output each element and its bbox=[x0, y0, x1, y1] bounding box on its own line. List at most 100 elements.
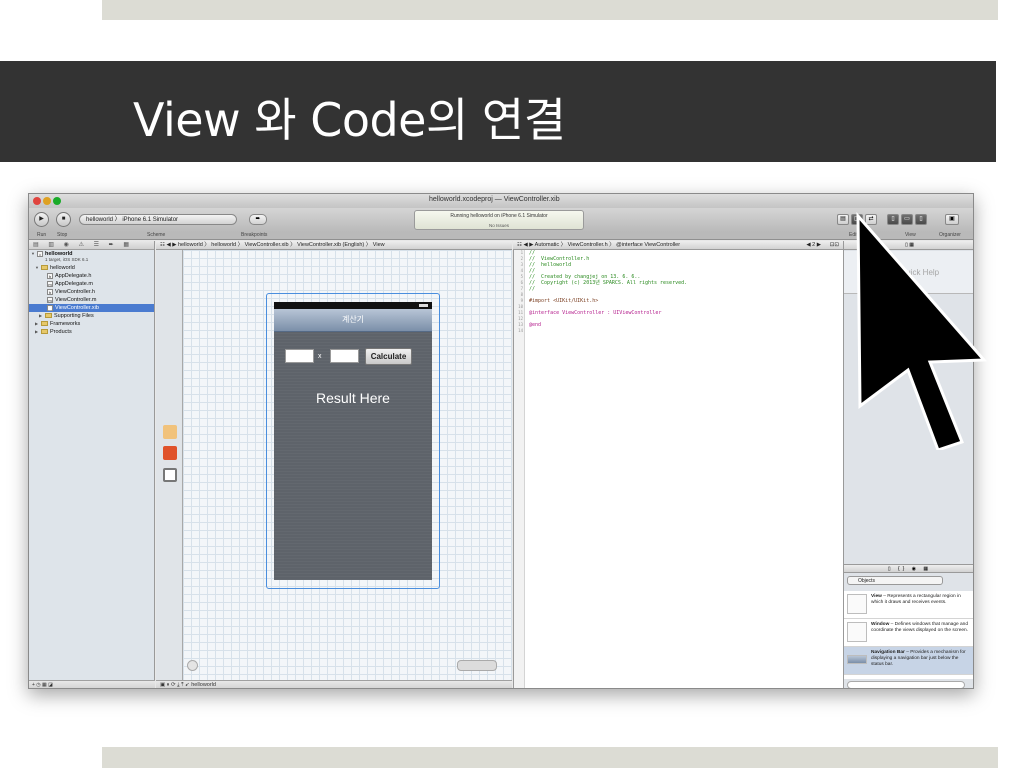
xcode-window: helloworld.xcodeproj — ViewController.xi… bbox=[28, 193, 974, 689]
status-bar bbox=[274, 302, 432, 309]
ib-jump-path: helloworld 〉 helloworld 〉 ViewController… bbox=[177, 242, 385, 248]
nav-file-viewcontroller-xib[interactable]: ▣ ViewController.xib bbox=[29, 304, 154, 312]
mouse-pointer-icon bbox=[856, 211, 988, 450]
library-item-navigation-bar[interactable]: Navigation Bar – Provides a mechanism fo… bbox=[844, 647, 973, 675]
ib-dock bbox=[156, 250, 183, 680]
file-icon: h bbox=[47, 288, 53, 295]
ib-jump-bar[interactable]: ☷ ◀ ▶ helloworld 〉 helloworld 〉 ViewCont… bbox=[156, 241, 512, 250]
project-icon: ⌂ bbox=[37, 250, 43, 257]
debug-bar[interactable]: ▣ ⏸ ⟳ ⤓ ⤒ ➹ helloworld bbox=[156, 680, 512, 688]
nav-folder-supporting-files[interactable]: ▶ Supporting Files bbox=[29, 312, 154, 320]
stop-label: Stop bbox=[57, 232, 68, 238]
iphone-view[interactable]: 계산기 x Calculate Result Here bbox=[274, 302, 432, 580]
nav-item-label: AppDelegate.m bbox=[55, 281, 93, 287]
activity-status: Running helloworld on iPhone 6.1 Simulat… bbox=[450, 213, 548, 219]
top-band bbox=[102, 0, 998, 20]
nav-item-label: Products bbox=[50, 329, 72, 335]
multiply-label: x bbox=[318, 353, 322, 360]
breakpoints-label: Breakpoints bbox=[241, 232, 268, 238]
stop-icon: ■ bbox=[61, 216, 66, 222]
jump-nav-icon: ☷ ◀ ▶ bbox=[160, 242, 178, 248]
split-editor-icon[interactable]: ⊡⊡ bbox=[830, 241, 839, 249]
file-icon: h bbox=[47, 272, 53, 279]
nav-item-label: Supporting Files bbox=[54, 313, 94, 319]
run-button[interactable]: ▶ bbox=[34, 212, 49, 227]
zoom-window-button[interactable] bbox=[53, 197, 61, 205]
nav-file-appdelegate-m[interactable]: m AppDelegate.m bbox=[29, 280, 154, 288]
navigator-filter-bar[interactable]: + ◷ ▦ ◪ bbox=[29, 680, 155, 688]
breakpoint-icon: ➨ bbox=[255, 216, 261, 222]
code-lines[interactable]: //// ViewController.h// helloworld//// C… bbox=[529, 250, 687, 334]
nav-item-label: AppDelegate.h bbox=[55, 273, 92, 279]
folder-icon bbox=[41, 329, 48, 335]
nav-item-label: ViewController.h bbox=[55, 289, 95, 295]
library-tabs[interactable]: ▯ {} ◉ ▦ bbox=[844, 564, 973, 573]
calculate-button[interactable]: Calculate bbox=[365, 348, 412, 365]
library-item-name: View bbox=[871, 594, 882, 599]
second-number-field[interactable] bbox=[330, 349, 359, 363]
bottom-band bbox=[102, 747, 998, 768]
file-icon: m bbox=[47, 280, 53, 287]
nav-file-viewcontroller-h[interactable]: h ViewController.h bbox=[29, 288, 154, 296]
editor-jump-bar[interactable]: ☷ ◀ ▶ Automatic 〉 ViewController.h 〉 @in… bbox=[513, 241, 843, 250]
view-thumbnail-icon bbox=[847, 594, 867, 614]
activity-issues: No Issues bbox=[488, 223, 509, 228]
jump-nav-icon: ☷ ◀ ▶ bbox=[517, 242, 535, 248]
navigator-selector-bar[interactable]: ▤ ▥ ◉ ⚠ ☰ ➨ ▦ bbox=[29, 241, 154, 250]
library-item-description: Window – Defines windows that manage and… bbox=[871, 622, 971, 634]
debug-target-label: helloworld bbox=[191, 682, 216, 688]
nav-file-viewcontroller-m[interactable]: m ViewController.m bbox=[29, 296, 154, 304]
stop-button[interactable]: ■ bbox=[56, 212, 71, 227]
close-window-button[interactable] bbox=[33, 197, 41, 205]
files-owner-icon[interactable] bbox=[163, 425, 177, 439]
assistant-code-editor[interactable]: 1 2 3 4 5 6 7 8 9 10 11 12 13 14 //// ViewController.… bbox=[513, 250, 843, 688]
file-icon: m bbox=[47, 296, 53, 303]
first-number-field[interactable] bbox=[285, 349, 314, 363]
debug-controls-icon: ▣ ⏸ ⟳ ⤓ ⤒ ➹ bbox=[160, 682, 192, 688]
canvas-zoom-control[interactable] bbox=[457, 660, 497, 671]
library-item-view[interactable]: View – Represents a rectangular region i… bbox=[844, 591, 973, 619]
library-item-window[interactable]: Window – Defines windows that manage and… bbox=[844, 619, 973, 647]
project-root[interactable]: ▼ ⌂ helloworld 1 target, iOS SDK 6.1 bbox=[29, 250, 154, 264]
window-thumbnail-icon bbox=[847, 622, 867, 642]
nav-folder-frameworks[interactable]: ▶ Frameworks bbox=[29, 320, 154, 328]
folder-icon bbox=[41, 321, 48, 327]
run-icon: ▶ bbox=[39, 216, 44, 222]
activity-viewer: Running helloworld on iPhone 6.1 Simulat… bbox=[414, 210, 584, 230]
line-number-gutter: 1 2 3 4 5 6 7 8 9 10 11 12 13 14 bbox=[514, 250, 525, 688]
window-title: helloworld.xcodeproj — ViewController.xi… bbox=[429, 196, 560, 203]
toolbar-labels: Run Stop Scheme Breakpoints Editor View … bbox=[29, 232, 973, 240]
library-item-description: View – Represents a rectangular region i… bbox=[871, 594, 971, 606]
library-item-name: Navigation Bar bbox=[871, 650, 905, 655]
first-responder-icon[interactable] bbox=[163, 446, 177, 460]
result-label: Result Here bbox=[316, 390, 390, 406]
window-titlebar: helloworld.xcodeproj — ViewController.xi… bbox=[29, 194, 973, 208]
minimize-window-button[interactable] bbox=[43, 197, 51, 205]
standard-editor-icon: ▤ bbox=[840, 216, 846, 222]
library-item-name: Window bbox=[871, 622, 890, 627]
nav-item-label: ViewController.m bbox=[55, 297, 97, 303]
nav-folder-helloworld[interactable]: ▼ helloworld bbox=[29, 264, 154, 272]
nav-folder-products[interactable]: ▶ Products bbox=[29, 328, 154, 336]
nav-file-appdelegate-h[interactable]: h AppDelegate.h bbox=[29, 272, 154, 280]
navigation-bar-thumbnail-icon bbox=[847, 655, 867, 664]
nav-bar-title: 계산기 bbox=[341, 315, 365, 324]
breakpoints-button[interactable]: ➨ bbox=[249, 214, 267, 225]
library-item-description: Navigation Bar – Provides a mechanism fo… bbox=[871, 650, 971, 668]
library-search-field[interactable] bbox=[847, 681, 965, 688]
editor-counter[interactable]: ◀ 2 ▶ bbox=[806, 241, 821, 249]
canvas-expand-dock-icon[interactable] bbox=[187, 660, 198, 671]
standard-editor-button[interactable]: ▤ bbox=[837, 214, 849, 225]
code-line[interactable]: // Copyright (c) 2013년 SPARCS. All right… bbox=[529, 280, 687, 286]
object-library-list: View – Represents a rectangular region i… bbox=[844, 591, 973, 679]
navigation-bar[interactable]: 계산기 bbox=[274, 309, 432, 332]
code-line[interactable] bbox=[529, 328, 687, 334]
line-number: 14 bbox=[518, 328, 523, 333]
view-object-icon[interactable] bbox=[163, 468, 177, 482]
library-item-text: – Represents a rectangular region in whi… bbox=[871, 594, 961, 605]
library-category-select[interactable]: Objects bbox=[847, 576, 943, 585]
xib-file-icon: ▣ bbox=[47, 304, 53, 311]
run-label: Run bbox=[37, 232, 47, 238]
scheme-selector[interactable]: helloworld 〉 iPhone 6.1 Simulator bbox=[79, 214, 237, 225]
slide-title: View 와 Code의 연결 bbox=[133, 93, 566, 147]
